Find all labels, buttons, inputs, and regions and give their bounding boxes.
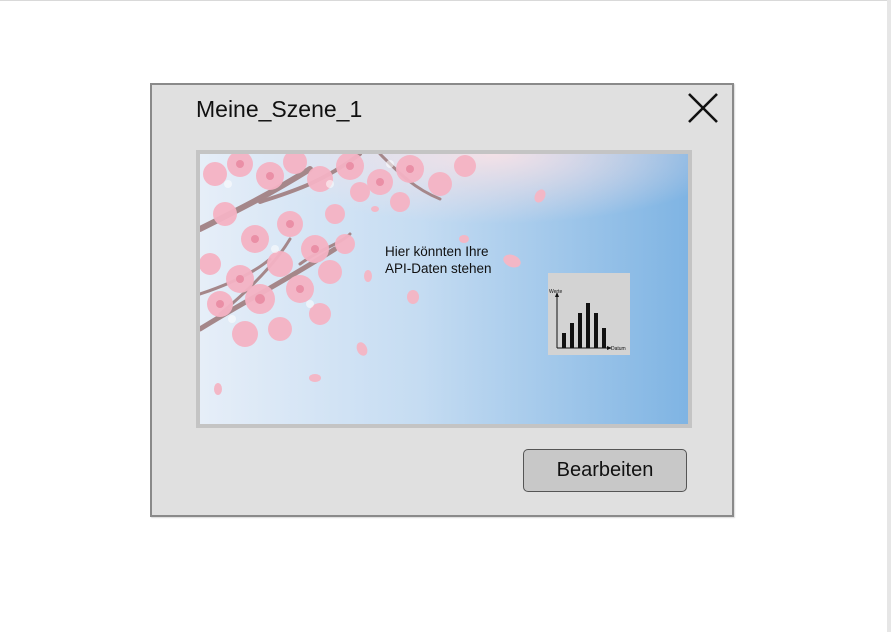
scene-dialog: Meine_Szene_1 Hier könnten Ihre API-Date… — [150, 83, 734, 517]
close-icon[interactable] — [686, 91, 720, 125]
chart-bar-1 — [562, 333, 566, 348]
close-button[interactable] — [686, 91, 720, 125]
api-data-caption: Hier könnten Ihre API-Daten stehen — [385, 243, 492, 277]
chart-svg: Werte Datum — [549, 289, 626, 352]
page-right-border — [887, 0, 891, 632]
chart-bar-3 — [578, 313, 582, 348]
caption-line-1: Hier könnten Ihre — [385, 244, 489, 259]
chart-bar-4 — [586, 303, 590, 348]
dialog-title: Meine_Szene_1 — [196, 96, 363, 122]
mini-bar-chart: Werte Datum — [548, 273, 630, 355]
edit-button[interactable]: Bearbeiten — [523, 449, 687, 492]
caption-line-2: API-Daten stehen — [385, 261, 492, 276]
x-axis-label: Datum — [611, 346, 626, 352]
scene-preview: Hier könnten Ihre API-Daten stehen Werte… — [196, 150, 692, 428]
chart-bar-6 — [602, 328, 606, 348]
chart-bar-2 — [570, 323, 574, 348]
page-top-border — [0, 0, 891, 1]
y-axis-label: Werte — [549, 289, 562, 295]
bars-group — [562, 303, 606, 348]
chart-bar-5 — [594, 313, 598, 348]
